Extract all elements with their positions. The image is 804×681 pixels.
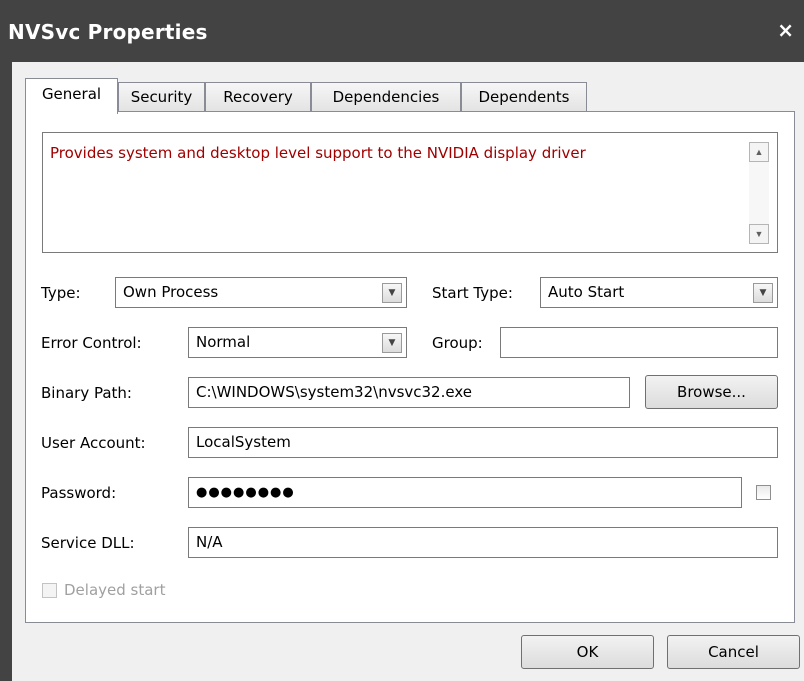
properties-dialog: NVSvc Properties × General Security Reco… bbox=[0, 0, 804, 681]
chevron-down-icon[interactable]: ▼ bbox=[382, 283, 402, 303]
binary-path-label: Binary Path: bbox=[41, 384, 132, 402]
window-title: NVSvc Properties bbox=[8, 20, 208, 44]
dialog-client-area: General Security Recovery Dependencies D… bbox=[12, 62, 804, 681]
tab-label: Dependencies bbox=[332, 88, 440, 106]
password-input[interactable]: ●●●●●●●● bbox=[188, 477, 742, 508]
browse-button[interactable]: Browse... bbox=[645, 375, 778, 409]
binary-path-input[interactable]: C:\WINDOWS\system32\nvsvc32.exe bbox=[188, 377, 630, 408]
tab-general[interactable]: General bbox=[25, 78, 118, 114]
error-control-combobox[interactable]: Normal ▼ bbox=[188, 327, 407, 358]
type-value: Own Process bbox=[123, 283, 219, 301]
type-combobox[interactable]: Own Process ▼ bbox=[115, 277, 407, 308]
error-control-value: Normal bbox=[196, 333, 251, 351]
tab-security[interactable]: Security bbox=[118, 82, 205, 112]
description-box[interactable]: Provides system and desktop level suppor… bbox=[42, 132, 778, 253]
tab-dependencies[interactable]: Dependencies bbox=[311, 82, 461, 112]
tab-dependents[interactable]: Dependents bbox=[461, 82, 587, 112]
cancel-button[interactable]: Cancel bbox=[667, 635, 800, 669]
user-account-input[interactable]: LocalSystem bbox=[188, 427, 778, 458]
tab-label: Recovery bbox=[223, 88, 293, 106]
user-account-label: User Account: bbox=[41, 434, 146, 452]
general-tab-panel: Provides system and desktop level suppor… bbox=[25, 111, 795, 623]
scroll-up-icon[interactable]: ▲ bbox=[749, 142, 769, 162]
start-type-label: Start Type: bbox=[432, 284, 513, 302]
tab-recovery[interactable]: Recovery bbox=[205, 82, 311, 112]
service-dll-input[interactable]: N/A bbox=[188, 527, 778, 558]
type-label: Type: bbox=[41, 284, 81, 302]
title-bar[interactable]: NVSvc Properties × bbox=[0, 0, 804, 62]
chevron-down-icon[interactable]: ▼ bbox=[753, 283, 773, 303]
ok-button[interactable]: OK bbox=[521, 635, 654, 669]
tab-label: Security bbox=[130, 88, 193, 106]
window-frame bbox=[0, 62, 12, 681]
delayed-start-label: Delayed start bbox=[64, 581, 166, 599]
description-scrollbar[interactable]: ▲ ▼ bbox=[749, 142, 769, 244]
show-password-checkbox[interactable] bbox=[756, 485, 771, 500]
group-input[interactable] bbox=[500, 327, 778, 358]
tab-label: Dependents bbox=[478, 88, 570, 106]
tab-strip: General Security Recovery Dependencies D… bbox=[25, 78, 795, 114]
scroll-down-icon[interactable]: ▼ bbox=[749, 224, 769, 244]
group-label: Group: bbox=[432, 334, 483, 352]
close-icon[interactable]: × bbox=[777, 18, 794, 42]
start-type-value: Auto Start bbox=[548, 283, 625, 301]
description-text: Provides system and desktop level suppor… bbox=[50, 144, 586, 162]
chevron-down-icon[interactable]: ▼ bbox=[382, 333, 402, 353]
start-type-combobox[interactable]: Auto Start ▼ bbox=[540, 277, 778, 308]
tab-label: General bbox=[41, 85, 102, 103]
password-label: Password: bbox=[41, 484, 117, 502]
error-control-label: Error Control: bbox=[41, 334, 142, 352]
delayed-start-checkbox[interactable] bbox=[42, 583, 57, 598]
service-dll-label: Service DLL: bbox=[41, 534, 135, 552]
